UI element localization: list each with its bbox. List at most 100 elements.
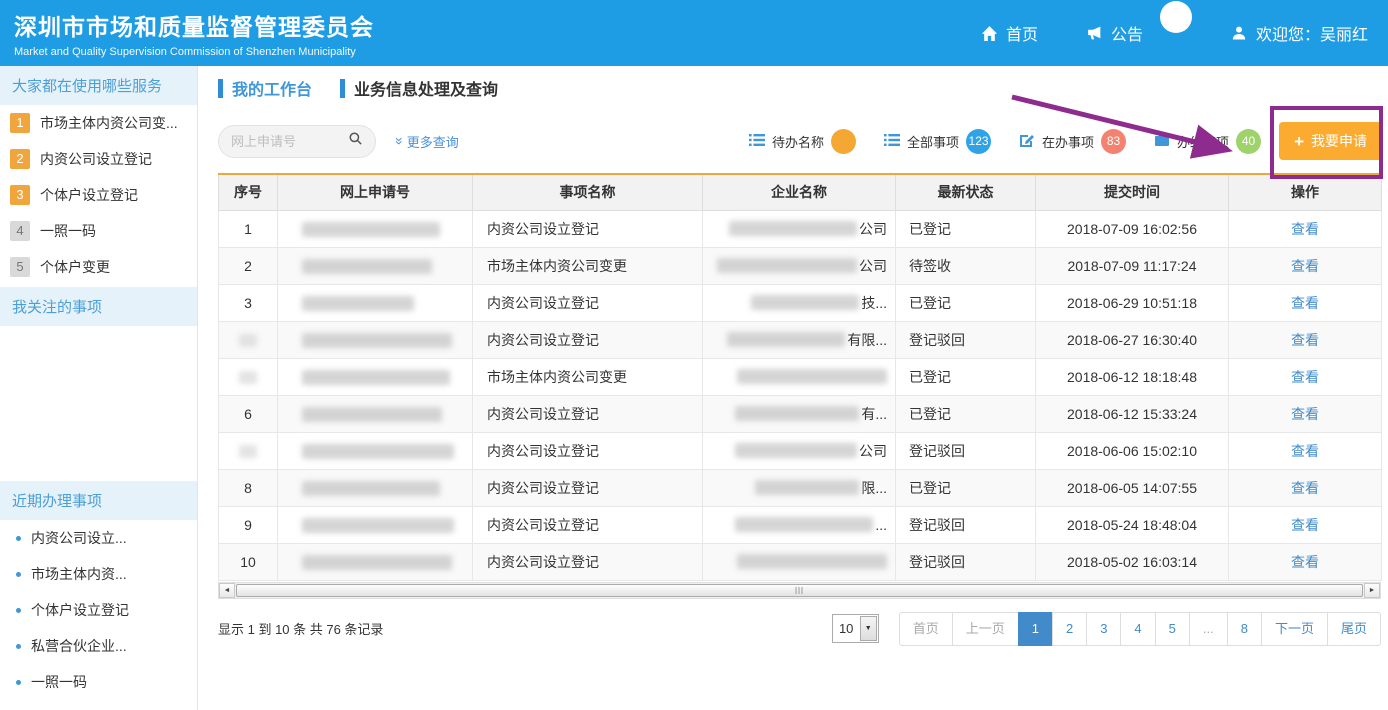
table-row: 内资公司设立登记公司登记驳回2018-06-06 15:02:10查看 [219,432,1382,469]
cell-submit-time: 2018-06-06 15:02:10 [1036,432,1229,469]
more-query-link[interactable]: » 更多查询 [396,132,459,151]
view-link[interactable]: 查看 [1291,369,1319,385]
column-header: 提交时间 [1036,174,1229,210]
sidebar-item-recent[interactable]: 市场主体内资... [0,556,197,592]
cell-company-name: ... [703,506,896,543]
sidebar-item-service[interactable]: 1市场主体内资公司变... [0,105,197,141]
filter-在办事项[interactable]: 在办事项83 [1019,129,1126,154]
tab-business-info[interactable]: 业务信息处理及查询 [340,76,498,100]
redacted-seq [239,334,257,347]
view-link[interactable]: 查看 [1291,554,1319,570]
page-content: 大家都在使用哪些服务 1市场主体内资公司变...2内资公司设立登记3个体户设立登… [0,66,1388,710]
rank-badge: 2 [10,149,30,169]
redacted-company [735,517,873,532]
cell-submit-time: 2018-06-12 18:18:48 [1036,358,1229,395]
view-link[interactable]: 查看 [1291,221,1319,237]
sidebar-recent-title: 近期办理事项 [0,481,197,520]
apply-button[interactable]: + 我要申请 [1279,122,1382,160]
cell-status: 登记驳回 [896,543,1036,580]
home-icon [981,25,998,42]
company-content: 公司 [711,441,887,461]
dropdown-arrow-icon[interactable]: ▼ [860,616,877,641]
site-title: 深圳市市场和质量监督管理委员会 [14,8,374,42]
page-button-下一页[interactable]: 下一页 [1261,612,1328,646]
scroll-left-button[interactable]: ◄ [219,583,235,598]
filter-count-badge: 40 [1236,129,1261,154]
sidebar-item-label: 内资公司设立登记 [40,149,152,169]
redacted-apply-no [302,407,442,422]
cell-status: 已登记 [896,284,1036,321]
rank-badge: 5 [10,257,30,277]
page-button-3[interactable]: 3 [1086,612,1121,646]
redacted-company [737,369,887,384]
sidebar-item-service[interactable]: 5个体户变更 [0,249,197,285]
view-link[interactable]: 查看 [1291,332,1319,348]
cell-company-name: 限... [703,469,896,506]
cell-action: 查看 [1229,321,1382,358]
cell-status: 已登记 [896,469,1036,506]
scroll-right-button[interactable]: ► [1364,583,1380,598]
nav-announcements[interactable]: 公告 [1086,21,1143,45]
tab-my-workbench[interactable]: 我的工作台 [218,76,312,100]
search-box[interactable] [218,125,376,158]
redacted-apply-no [302,481,440,496]
table-row: 市场主体内资公司变更已登记2018-06-12 18:18:48查看 [219,358,1382,395]
page-button-4[interactable]: 4 [1120,612,1155,646]
cell-apply-no [278,284,473,321]
view-link[interactable]: 查看 [1291,406,1319,422]
view-link[interactable]: 查看 [1291,480,1319,496]
sidebar-item-label: 一照一码 [31,672,87,692]
view-link[interactable]: 查看 [1291,517,1319,533]
sidebar-item-service[interactable]: 2 内资公司设立登记 [0,141,197,177]
column-header: 企业名称 [703,174,896,210]
search-icon[interactable] [348,131,363,151]
page-button-1[interactable]: 1 [1018,612,1053,646]
redacted-apply-no [302,444,454,459]
search-input[interactable] [231,134,348,149]
sidebar-item-recent[interactable]: 内资公司设立... [0,520,197,556]
sidebar-item-recent[interactable]: 个体户设立登记 [0,592,197,628]
filter-待办名称[interactable]: 待办名称 [749,129,856,154]
bullet-icon [16,644,21,649]
view-link[interactable]: 查看 [1291,295,1319,311]
redacted-company [751,295,859,310]
column-header: 事项名称 [473,174,703,210]
page-button-尾页[interactable]: 尾页 [1327,612,1381,646]
horizontal-scrollbar[interactable]: ◄ ► [218,582,1381,599]
redacted-apply-no [302,259,432,274]
page-size-value: 10 [833,621,860,636]
cell-seq: 1 [219,210,278,247]
view-link[interactable]: 查看 [1291,443,1319,459]
cell-apply-no [278,210,473,247]
sidebar-item-label: 一照一码 [40,221,96,241]
page-button-8[interactable]: 8 [1227,612,1262,646]
sidebar-item-service[interactable]: 3个体户设立登记 [0,177,197,213]
sidebar-item-service[interactable]: 4一照一码 [0,213,197,249]
page-button-5[interactable]: 5 [1155,612,1190,646]
sidebar-item-recent[interactable]: 一照一码 [0,664,197,700]
filter-label: 在办事项 [1042,132,1094,151]
company-content: 技... [711,293,887,313]
view-link[interactable]: 查看 [1291,258,1319,274]
company-content: ... [711,517,887,533]
cell-status: 登记驳回 [896,321,1036,358]
redacted-company [737,554,887,569]
scrollbar-thumb[interactable] [236,584,1363,597]
nav-home[interactable]: 首页 [981,21,1038,45]
filter-全部事项[interactable]: 全部事项123 [884,129,991,154]
cell-company-name: 公司 [703,247,896,284]
cell-seq: 2 [219,247,278,284]
page-size-select[interactable]: 10 ▼ [832,614,879,643]
user-welcome[interactable]: 欢迎您：吴丽红 [1231,21,1368,45]
cell-action: 查看 [1229,210,1382,247]
cell-status: 已登记 [896,210,1036,247]
column-header: 序号 [219,174,278,210]
sidebar-item-recent[interactable]: 私营合伙企业... [0,628,197,664]
page-button-2[interactable]: 2 [1052,612,1087,646]
cell-status: 登记驳回 [896,432,1036,469]
filter-办结事项[interactable]: 办结事项40 [1154,129,1261,154]
redacted-company [727,332,845,347]
sidebar-item-label: 市场主体内资... [31,564,127,584]
redacted-apply-no [302,518,454,533]
welcome-text: 欢迎您：吴丽红 [1256,21,1368,45]
